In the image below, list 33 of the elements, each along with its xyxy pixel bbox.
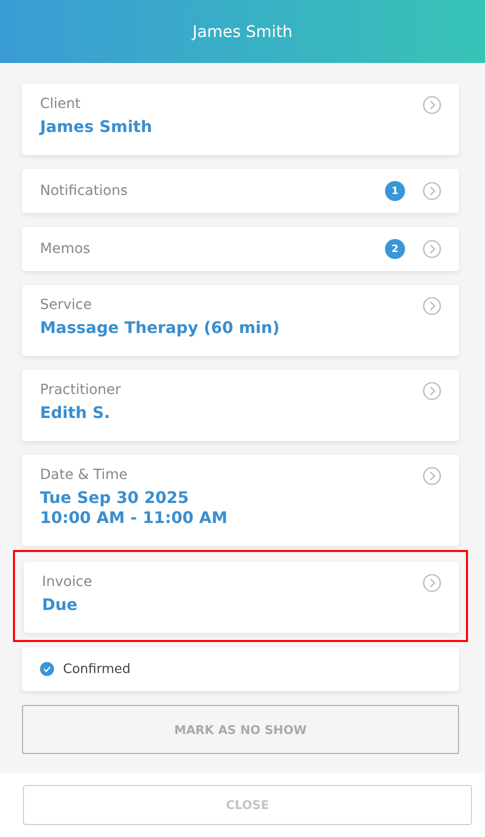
card-value: Massage Therapy (60 min) [40,318,281,338]
card-label: Practitioner [40,382,122,398]
card-label: Service [40,297,93,313]
card-value: Due [42,595,79,615]
chevron-icon [423,297,441,315]
card-label: Client [40,96,82,112]
detail-card[interactable]: Notifications 1 [22,169,459,213]
confirmed-label: Confirmed [63,662,130,676]
header-title: James Smith [192,22,292,41]
detail-card[interactable]: Practitioner Edith S. [22,370,459,441]
chevron-icon [423,382,441,400]
card-value: James Smith [40,117,154,137]
detail-card[interactable]: Memos 2 [22,227,459,271]
chevron-icon [423,96,441,114]
chevron-icon [423,467,441,485]
card-label: Invoice [42,574,94,590]
detail-card[interactable]: Date & Time Tue Sep 30 2025 10:00 AM - 11:00 AM [22,455,459,546]
card-value: Tue Sep 30 2025 [40,488,190,508]
detail-card[interactable]: Client James Smith [22,84,459,155]
detail-card[interactable]: Invoice Due [24,562,459,633]
card-value: Edith S. [40,403,112,423]
count-badge: 2 [385,239,405,259]
no-show-button[interactable]: MARK AS NO SHOW [22,705,459,754]
chevron-icon [423,182,441,200]
chevron-icon [423,574,441,592]
count-badge: 1 [385,181,405,201]
detail-card[interactable]: Service Massage Therapy (60 min) [22,285,459,356]
card-value: 10:00 AM - 11:00 AM [40,508,228,528]
checkbox-icon[interactable] [40,662,54,676]
card-label: Notifications [40,183,129,199]
card-label: Memos [40,241,92,257]
chevron-icon [423,240,441,258]
card-label: Date & Time [40,467,129,483]
